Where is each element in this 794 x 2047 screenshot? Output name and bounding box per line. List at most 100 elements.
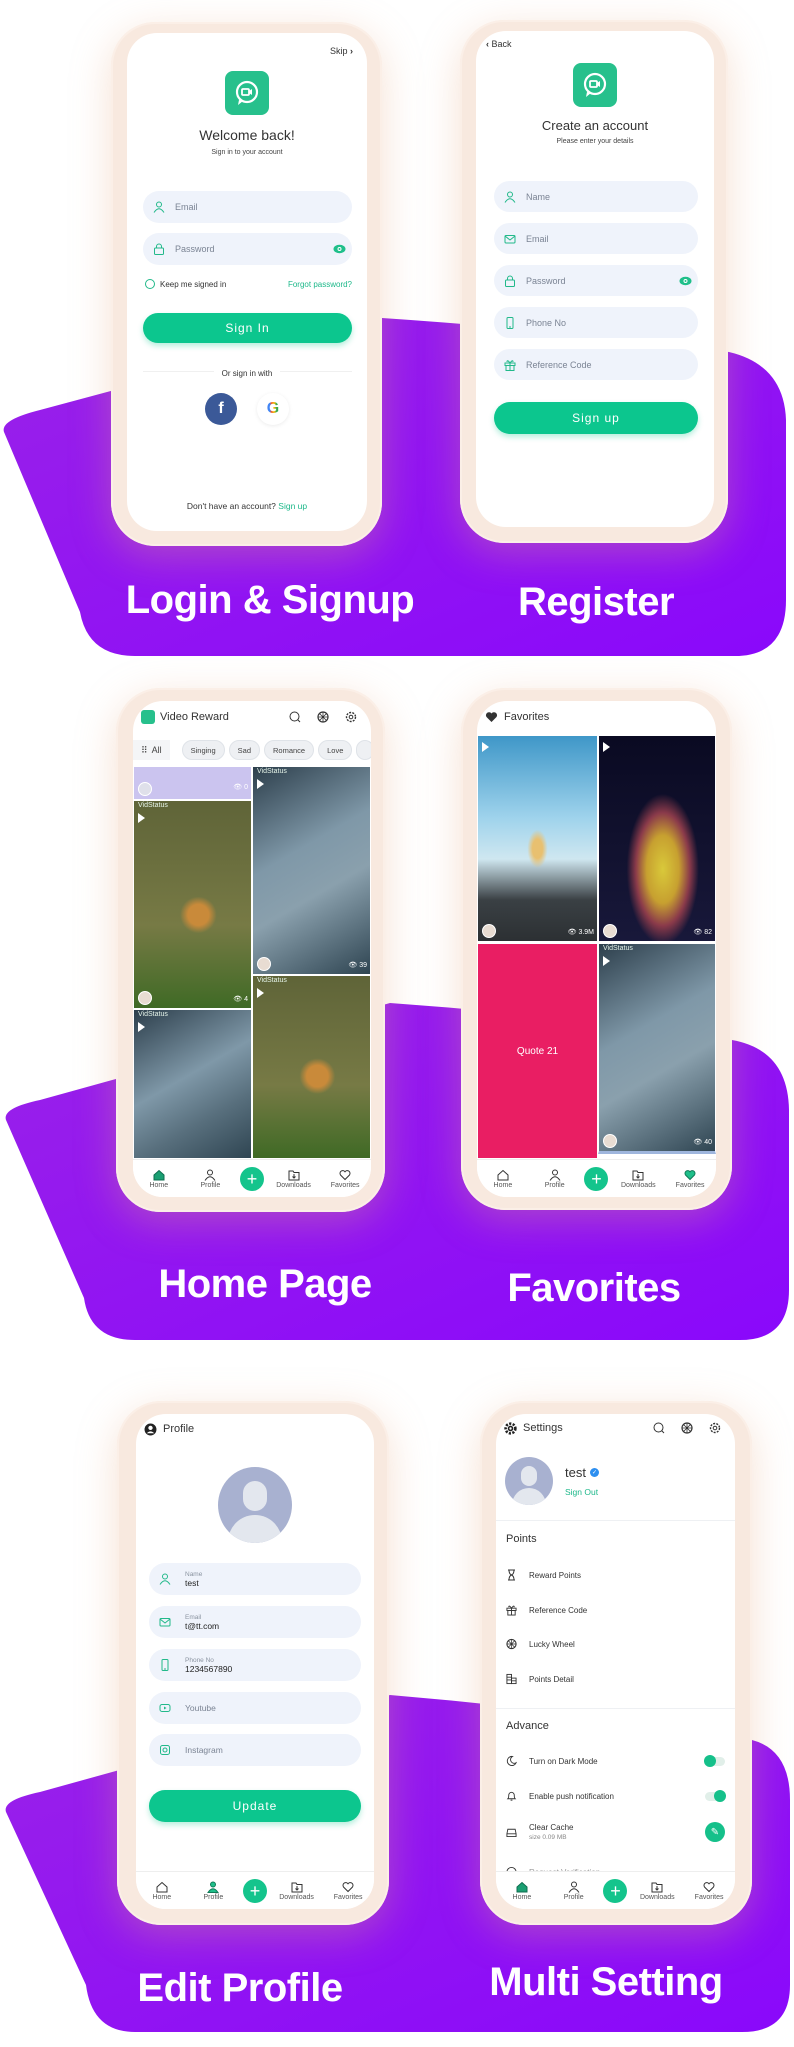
bottom-nav: Home Profile + Downloads Favorites <box>136 1871 374 1909</box>
user-icon <box>153 201 165 213</box>
item-label: Enable push notification <box>529 1791 614 1801</box>
item-label: Reference Code <box>529 1605 588 1615</box>
nav-favorites[interactable]: Favorites <box>687 1881 731 1901</box>
email-field[interactable]: Email t@tt.com <box>149 1606 361 1638</box>
name-field[interactable]: Name test <box>149 1563 361 1595</box>
eye-icon[interactable] <box>333 244 346 254</box>
home-screen: Video Reward ⠿ All Singing Sad Romance Lo… <box>133 701 371 1197</box>
user-avatar[interactable] <box>505 1457 553 1505</box>
name-input[interactable]: Name <box>494 181 698 212</box>
password-input[interactable]: Password <box>143 233 352 265</box>
lucky-wheel-icon[interactable] <box>681 1422 693 1434</box>
nav-downloads[interactable]: Downloads <box>275 1881 319 1901</box>
account-circle-icon <box>144 1423 157 1435</box>
add-button[interactable]: + <box>242 1878 267 1903</box>
update-button[interactable]: Update <box>149 1790 361 1822</box>
chip-romance[interactable]: Romance <box>264 740 315 760</box>
reference-code-input[interactable]: Reference Code <box>494 349 698 380</box>
search-icon[interactable] <box>289 711 301 723</box>
search-icon[interactable] <box>653 1422 665 1434</box>
video-tile[interactable]: VidStatus 👁 40 <box>598 943 716 1154</box>
nav-label: Home <box>493 1181 513 1189</box>
add-button[interactable]: + <box>603 1878 628 1903</box>
sign-in-button[interactable]: Sign In <box>143 313 352 343</box>
keep-signed-in-checkbox[interactable]: Keep me signed in <box>145 279 226 289</box>
nav-home[interactable]: Home <box>500 1881 544 1901</box>
nav-profile[interactable]: Profile <box>188 1169 232 1189</box>
profile-icon <box>549 1169 561 1181</box>
video-tile[interactable]: VidStatus 👁 39 <box>252 766 371 975</box>
google-icon: G <box>266 400 280 417</box>
dark-mode-item[interactable]: Turn on Dark Mode <box>506 1754 725 1767</box>
gear-icon[interactable] <box>345 711 357 723</box>
phone-input[interactable]: Phone No <box>494 307 698 338</box>
instagram-field[interactable]: Instagram <box>149 1734 361 1766</box>
profile-avatar[interactable] <box>218 1467 292 1543</box>
video-tile[interactable]: VidStatus <box>133 1009 252 1159</box>
sign-up-link[interactable]: Sign up <box>278 501 307 511</box>
nav-label: Downloads <box>620 1181 656 1189</box>
clear-cache-button[interactable]: ✎ <box>705 1822 725 1842</box>
chip-sad[interactable]: Sad <box>228 740 260 760</box>
back-button[interactable]: ‹ Back <box>486 39 512 49</box>
phone-field[interactable]: Phone No 1234567890 <box>149 1649 361 1681</box>
item-label: Lucky Wheel <box>529 1639 575 1649</box>
points-detail-item[interactable]: Points Detail <box>506 1673 725 1685</box>
sign-up-button[interactable]: Sign up <box>494 402 698 434</box>
email-input[interactable]: Email <box>494 223 698 254</box>
video-tile[interactable]: 👁 0 <box>133 766 252 800</box>
nav-profile[interactable]: Profile <box>533 1169 577 1189</box>
eye-icon: 👁 <box>348 962 358 969</box>
username: test <box>565 1465 586 1480</box>
youtube-field[interactable]: Youtube <box>149 1692 361 1724</box>
nav-favorites[interactable]: Favorites <box>668 1169 712 1189</box>
phone-icon <box>161 1659 169 1671</box>
nav-profile[interactable]: Profile <box>552 1881 596 1901</box>
clear-cache-item[interactable]: Clear Cache size 0.09 MB ✎ <box>506 1822 725 1842</box>
instagram-icon <box>160 1745 170 1755</box>
chip-all[interactable]: ⠿ All <box>133 740 170 760</box>
app-logo <box>573 63 617 107</box>
quote-tile[interactable]: Quote 21 <box>477 943 598 1159</box>
register-subtitle: Please enter your details <box>556 138 634 145</box>
nav-favorites[interactable]: Favorites <box>326 1881 370 1901</box>
nav-downloads[interactable]: Downloads <box>635 1881 679 1901</box>
video-tile[interactable]: 👁 82 <box>598 735 716 942</box>
nav-home[interactable]: Home <box>140 1881 184 1901</box>
keep-signed-in-label: Keep me signed in <box>160 279 227 289</box>
reward-points-item[interactable]: Reward Points <box>506 1569 725 1581</box>
nav-profile[interactable]: Profile <box>191 1881 235 1901</box>
facebook-login-button[interactable]: f <box>205 393 237 425</box>
add-button[interactable]: + <box>584 1166 609 1191</box>
video-tile[interactable]: VidStatus <box>252 975 371 1159</box>
push-notification-item[interactable]: Enable push notification <box>506 1789 726 1802</box>
caption-edit-profile: Edit Profile <box>137 1966 343 2010</box>
chip-more[interactable] <box>356 740 371 760</box>
quote-text: Quote 21 <box>516 1045 559 1057</box>
profile-screen: Profile Name test Email t@tt.com Phone No 1… <box>136 1414 374 1909</box>
push-notification-toggle[interactable] <box>705 1789 726 1802</box>
sign-out-link[interactable]: Sign Out <box>565 1487 598 1497</box>
chip-singing[interactable]: Singing <box>181 740 225 760</box>
nav-downloads[interactable]: Downloads <box>272 1169 316 1189</box>
forgot-password-link[interactable]: Forgot password? <box>288 280 352 289</box>
chip-love[interactable]: Love <box>318 740 353 760</box>
video-tile[interactable]: VidStatus 👁 4 <box>133 800 252 1009</box>
gear-icon[interactable] <box>709 1422 721 1434</box>
add-button[interactable]: + <box>239 1166 264 1191</box>
email-input[interactable]: Email <box>143 191 352 223</box>
download-folder-icon <box>291 1882 303 1892</box>
nav-home[interactable]: Home <box>137 1169 181 1189</box>
video-tile[interactable]: 👁 3.9M <box>477 735 598 942</box>
skip-button[interactable]: Skip › <box>330 46 353 56</box>
nav-favorites[interactable]: Favorites <box>323 1169 367 1189</box>
lucky-wheel-item[interactable]: Lucky Wheel <box>506 1638 725 1650</box>
google-login-button[interactable]: G <box>257 393 289 425</box>
password-input[interactable]: Password <box>494 265 698 296</box>
lucky-wheel-icon[interactable] <box>317 711 329 723</box>
dark-mode-toggle[interactable] <box>704 1754 725 1767</box>
nav-home[interactable]: Home <box>481 1169 525 1189</box>
nav-downloads[interactable]: Downloads <box>616 1169 660 1189</box>
reference-code-item[interactable]: Reference Code <box>506 1604 725 1616</box>
eye-icon[interactable] <box>679 276 692 286</box>
